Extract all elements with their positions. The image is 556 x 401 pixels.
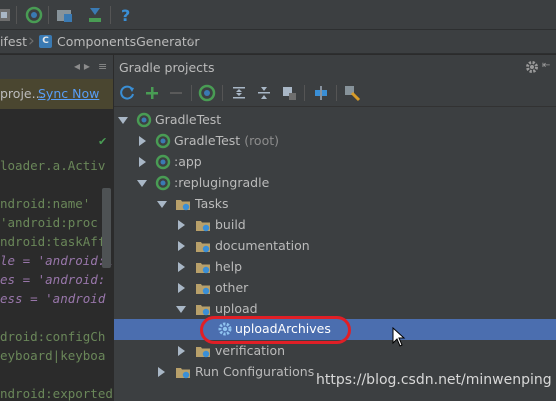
class-icon: C xyxy=(39,35,52,48)
gradle-projects-panel: Gradle projects ⇤ GradleTest GradleTest … xyxy=(113,55,556,401)
expand-arrow-icon[interactable] xyxy=(178,241,185,251)
tree-node-label: help xyxy=(215,259,243,274)
tree-node-build[interactable]: build xyxy=(114,215,556,236)
folder-gear-icon xyxy=(196,263,210,274)
folder-gear-icon xyxy=(196,347,210,358)
settings-icon[interactable]: ≡ xyxy=(98,60,107,73)
breadcrumb: ifest › C ComponentsGenerator › xyxy=(0,30,556,54)
folder-gear-icon xyxy=(176,200,190,211)
gear-icon[interactable] xyxy=(524,59,540,75)
code-line[interactable]: ndroid:exported xyxy=(0,386,113,401)
code-editor: ◂ ▸ ≡ proje... Sync Now ✔ loader.a.Activ… xyxy=(0,55,113,401)
tree-node-label: documentation xyxy=(215,238,310,253)
sdk-manager-icon[interactable] xyxy=(86,6,104,24)
folder-gear-icon xyxy=(196,284,210,295)
collapse-all-icon[interactable] xyxy=(255,84,273,102)
gradle-project-icon xyxy=(136,112,152,128)
red-highlight-annotation xyxy=(200,316,351,344)
expand-arrow-icon[interactable] xyxy=(178,262,185,272)
expand-arrow-icon[interactable] xyxy=(158,367,165,377)
tree-node-other[interactable]: other xyxy=(114,278,556,299)
tree-node-label: Run Configurations xyxy=(195,364,315,379)
code-line[interactable]: eyboard|keyboa xyxy=(0,348,105,363)
folder-gear-icon xyxy=(196,305,210,316)
tree-node-label: :replugingradle xyxy=(174,175,270,190)
editor-scrollbar[interactable] xyxy=(102,188,111,268)
add-icon[interactable] xyxy=(143,84,161,102)
breadcrumb-separator-icon: › xyxy=(188,31,195,51)
tree-node-tasks[interactable]: Tasks xyxy=(114,194,556,215)
expand-arrow-icon[interactable] xyxy=(139,136,146,146)
panel-toolbar xyxy=(114,79,556,107)
tree-node-gradletest[interactable]: GradleTest xyxy=(114,110,556,131)
tool-icon[interactable] xyxy=(0,6,14,24)
root-suffix: (root) xyxy=(244,133,280,148)
editor-header: ◂ ▸ ≡ xyxy=(0,55,113,79)
collapse-icon[interactable]: ⇤ xyxy=(542,60,550,71)
expand-arrow-icon[interactable] xyxy=(178,283,185,293)
expand-arrow-icon[interactable] xyxy=(176,306,186,313)
folder-gear-icon xyxy=(196,221,210,232)
group-modules-icon[interactable] xyxy=(280,84,298,102)
expand-arrow-icon[interactable] xyxy=(139,157,146,167)
code-line[interactable]: es = 'android: xyxy=(0,272,105,287)
expand-arrow-icon[interactable] xyxy=(118,117,128,124)
gradle-sync-icon[interactable] xyxy=(25,6,43,24)
toggle-offline-icon[interactable] xyxy=(312,84,330,102)
mouse-cursor-icon xyxy=(392,327,406,347)
execute-task-icon[interactable] xyxy=(198,84,216,102)
gradle-module-icon xyxy=(155,154,171,170)
project-structure-icon[interactable] xyxy=(56,6,74,24)
gradle-tree: GradleTest GradleTest (root) :app :replu… xyxy=(114,108,556,401)
panel-title-bar: Gradle projects ⇤ xyxy=(114,55,556,79)
tree-node-label: upload xyxy=(215,301,258,316)
gradle-module-icon xyxy=(155,133,171,149)
gradle-module-icon xyxy=(155,175,171,191)
tree-node-verification[interactable]: verification xyxy=(114,341,556,362)
split-icon[interactable]: ◂ ▸ xyxy=(74,59,90,73)
code-line[interactable]: 'android:proc xyxy=(0,215,98,230)
remove-icon[interactable] xyxy=(167,84,185,102)
expand-arrow-icon[interactable] xyxy=(178,346,185,356)
expand-arrow-icon[interactable] xyxy=(157,201,167,208)
code-line[interactable]: ndroid:taskAff xyxy=(0,234,105,249)
breadcrumb-separator-icon: › xyxy=(28,31,35,51)
tree-node-label: other xyxy=(215,280,249,295)
code-line[interactable]: droid:configCh xyxy=(0,329,105,344)
tree-node-help[interactable]: help xyxy=(114,257,556,278)
tree-node-app[interactable]: :app xyxy=(114,152,556,173)
expand-arrow-icon[interactable] xyxy=(137,180,147,187)
sync-now-link[interactable]: Sync Now xyxy=(38,86,99,101)
tree-node-label: GradleTest xyxy=(155,112,222,127)
main-toolbar: ? xyxy=(0,0,556,30)
tree-node-label: verification xyxy=(215,343,286,358)
folder-gear-icon xyxy=(176,368,190,379)
watermark-text: https://blog.csdn.net/minwenping xyxy=(316,372,552,388)
help-icon[interactable]: ? xyxy=(118,6,136,24)
expand-arrow-icon[interactable] xyxy=(178,220,185,230)
tree-node-documentation[interactable]: documentation xyxy=(114,236,556,257)
tree-node-label: build xyxy=(215,217,246,232)
folder-gear-icon xyxy=(196,242,210,253)
code-line[interactable]: ess = 'android xyxy=(0,291,105,306)
tree-node-label: Tasks xyxy=(195,196,229,211)
panel-title: Gradle projects xyxy=(119,60,215,75)
sync-notice: proje... Sync Now xyxy=(0,79,113,109)
tree-node-label: :app xyxy=(174,154,202,169)
breadcrumb-item-components-generator[interactable]: ComponentsGenerator xyxy=(57,34,200,49)
svg-text:?: ? xyxy=(121,6,130,24)
tree-node-gradletest-root[interactable]: GradleTest (root) xyxy=(114,131,556,152)
check-icon: ✔ xyxy=(98,135,108,148)
code-line[interactable]: le = 'android:l xyxy=(0,253,113,268)
notice-text: proje... xyxy=(0,86,44,101)
breadcrumb-item-manifest[interactable]: ifest xyxy=(0,34,27,49)
gradle-settings-icon[interactable] xyxy=(343,84,361,102)
tree-node-replugingradle[interactable]: :replugingradle xyxy=(114,173,556,194)
tree-node-label: GradleTest xyxy=(174,133,241,148)
code-line[interactable]: ndroid:name' xyxy=(0,196,90,211)
refresh-icon[interactable] xyxy=(118,84,136,102)
expand-all-icon[interactable] xyxy=(230,84,248,102)
code-line[interactable]: loader.a.Activ xyxy=(0,158,105,173)
